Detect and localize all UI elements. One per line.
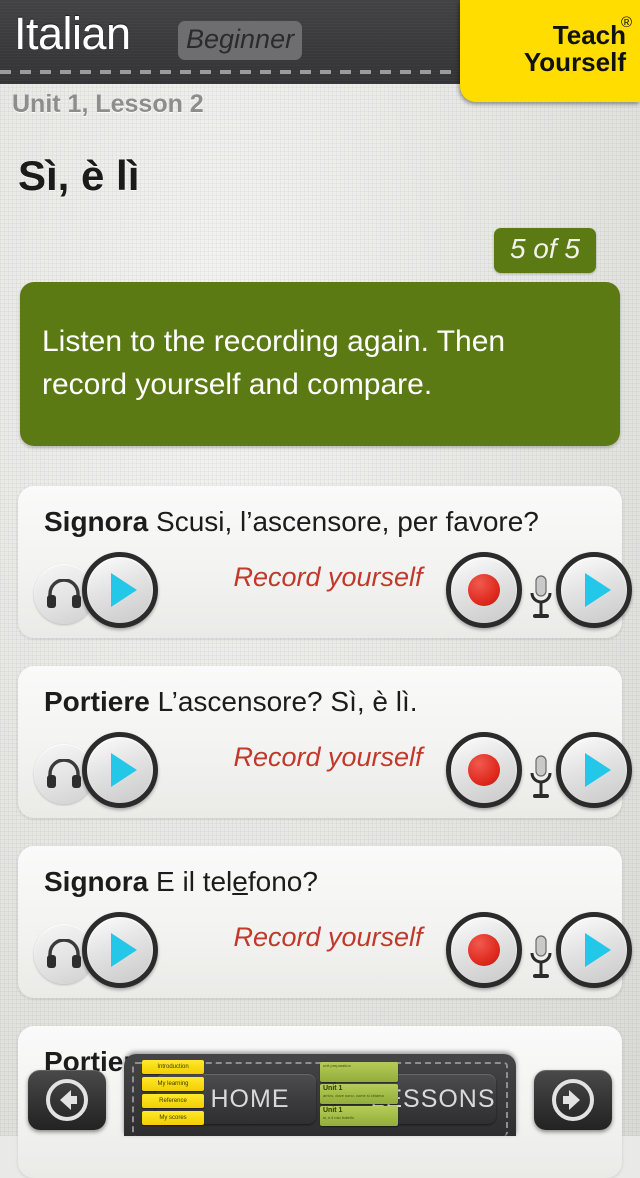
playback-recording-button[interactable] (556, 912, 632, 988)
lesson-card-thumb: Unit 1 si, e il mio fratello (320, 1106, 398, 1126)
lesson-card-sub: unit preparation (323, 1063, 351, 1068)
utterance-text: L’ascensore? Sì, è lì. (157, 686, 418, 717)
back-arrow-icon (46, 1079, 88, 1121)
record-button[interactable] (446, 912, 522, 988)
utterance-part: E il tel (156, 866, 233, 897)
logo-line-1: Teach (552, 20, 626, 50)
record-yourself-label: Record yourself (233, 922, 423, 952)
table-row: Signora Scusi, l’ascensore, per favore? … (18, 486, 632, 638)
play-icon (111, 573, 137, 607)
home-thumbnail-stack: Introduction My learning Reference My sc… (142, 1060, 204, 1128)
logo-line-2: Yourself (523, 47, 626, 78)
app-header: Italian Beginner ® Teach Yourself (0, 0, 640, 102)
speaker-name: Signora (44, 866, 149, 897)
play-icon (585, 573, 611, 607)
lesson-card-title: Unit 1 (323, 1085, 343, 1092)
play-icon (585, 933, 611, 967)
record-button[interactable] (446, 732, 522, 808)
lesson-card-sub: arrivo, dove sono, come si chiama (323, 1093, 384, 1098)
lessons-thumbnail-stack: unit preparation Unit 1 arrivo, dove son… (320, 1062, 398, 1128)
dialogue-line: Signora Scusi, l’ascensore, per favore? (44, 506, 539, 538)
language-title: Italian (14, 8, 131, 59)
lesson-card-title: Unit 1 (323, 1107, 343, 1114)
unit-lesson-label: Unit 1, Lesson 2 (12, 90, 204, 118)
record-icon (468, 754, 500, 786)
utterance-text: Scusi, l’ascensore, per favore? (156, 506, 539, 537)
play-icon (585, 753, 611, 787)
play-icon (111, 753, 137, 787)
utterance-part: fono? (247, 866, 318, 897)
bottom-navigation-bar: HOME Introduction My learning Reference … (0, 1050, 640, 1136)
table-row: Signora E il telefono? Record yourself (18, 846, 632, 998)
playback-recording-button[interactable] (556, 552, 632, 628)
lesson-card-sub: si, e il mio fratello (323, 1115, 354, 1120)
record-icon (468, 574, 500, 606)
home-tab-thumb: My scores (142, 1111, 204, 1125)
instruction-text: Listen to the recording again. Then reco… (42, 325, 506, 401)
next-button[interactable] (534, 1070, 612, 1130)
forward-arrow-icon (552, 1079, 594, 1121)
record-icon (468, 934, 500, 966)
play-audio-button[interactable] (82, 552, 158, 628)
level-badge: Beginner (178, 21, 303, 60)
table-row: Portiere L’ascensore? Sì, è lì. Record y… (18, 666, 632, 818)
home-tab-thumb: Introduction (142, 1060, 204, 1074)
play-audio-button[interactable] (82, 732, 158, 808)
record-button[interactable] (446, 552, 522, 628)
lesson-card-thumb: Unit 1 arrivo, dove sono, come si chiama (320, 1084, 398, 1104)
teach-yourself-logo: ® Teach Yourself (460, 0, 640, 102)
logo-text: Teach Yourself (523, 20, 626, 78)
dialogue-line: Signora E il telefono? (44, 866, 318, 898)
home-tab-thumb: Reference (142, 1094, 204, 1108)
speaker-name: Portiere (44, 686, 150, 717)
home-tab-thumb: My learning (142, 1077, 204, 1091)
record-yourself-label: Record yourself (233, 562, 423, 592)
speaker-name: Signora (44, 506, 149, 537)
nav-center-panel: HOME Introduction My learning Reference … (124, 1054, 516, 1136)
utterance-text: E il telefono? (156, 866, 318, 897)
playback-recording-button[interactable] (556, 732, 632, 808)
previous-button[interactable] (28, 1070, 106, 1130)
dialogue-line: Portiere L’ascensore? Sì, è lì. (44, 686, 418, 718)
play-audio-button[interactable] (82, 912, 158, 988)
play-icon (111, 933, 137, 967)
stressed-vowel: e (232, 866, 248, 897)
record-yourself-label: Record yourself (233, 742, 423, 772)
progress-badge: 5 of 5 (493, 228, 596, 273)
instruction-panel: Listen to the recording again. Then reco… (20, 282, 620, 446)
lesson-card-thumb: unit preparation (320, 1062, 398, 1082)
page-title: Sì, è lì (18, 152, 140, 199)
